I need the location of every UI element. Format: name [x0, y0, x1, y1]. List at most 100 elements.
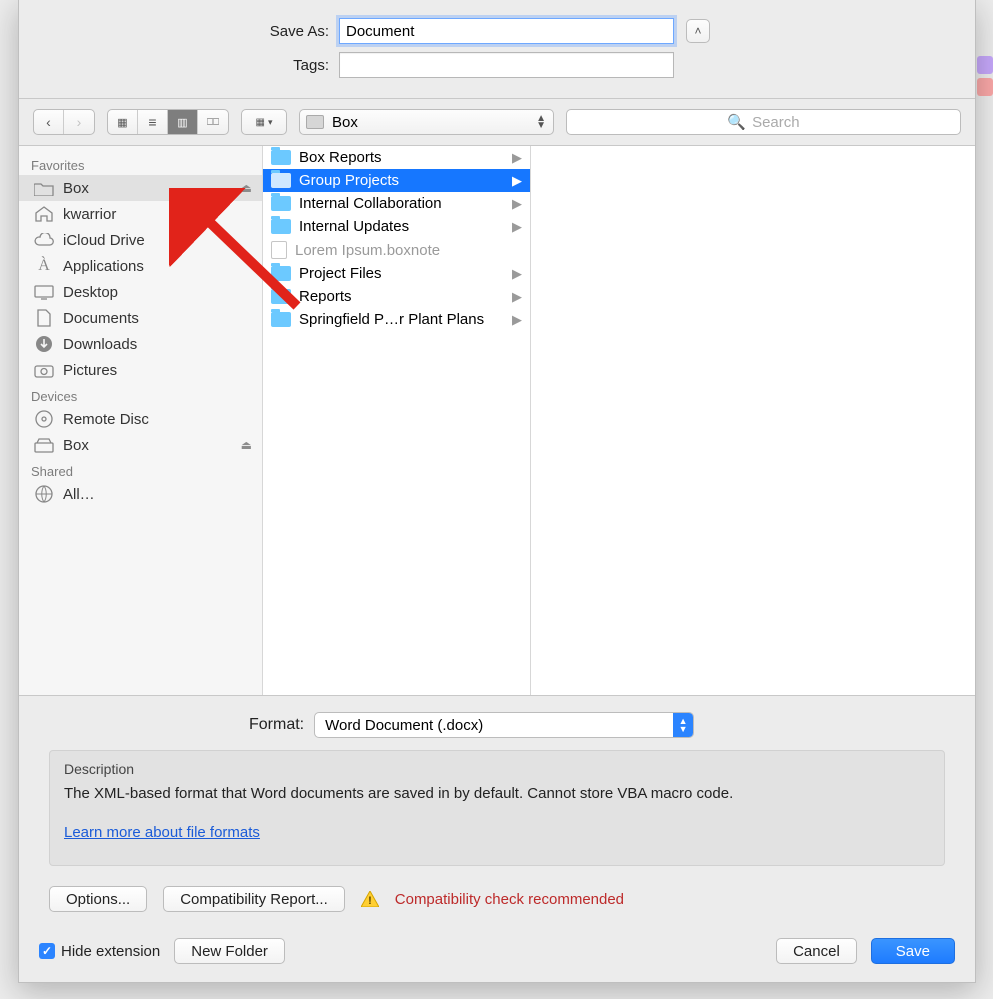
save-as-section: Save As: ˄ Tags: — [19, 0, 975, 99]
sidebar-item-box-drive[interactable]: Box ⏏ — [19, 432, 262, 458]
format-description-box: Description The XML-based format that Wo… — [49, 750, 945, 866]
chevron-right-icon: › — [77, 114, 82, 130]
sidebar-item-label: Downloads — [63, 336, 137, 353]
description-text: The XML-based format that Word documents… — [64, 785, 930, 802]
file-label: Lorem Ipsum.boxnote — [295, 242, 440, 259]
format-value: Word Document (.docx) — [325, 717, 483, 734]
sidebar-item-label: All… — [63, 486, 95, 503]
save-as-input[interactable] — [339, 18, 674, 44]
checkbox-checked-icon: ✓ — [39, 943, 55, 959]
search-field[interactable]: 🔍 Search — [566, 109, 961, 135]
grid-small-icon: ▦ — [256, 117, 265, 128]
chevron-right-icon: ▶ — [512, 266, 522, 282]
arrange-segment: ▦ ▾ — [241, 109, 287, 135]
chevron-right-icon: ▶ — [512, 312, 522, 328]
collapse-toggle-button[interactable]: ˄ — [686, 19, 710, 43]
description-header: Description — [64, 761, 930, 777]
sidebar-item-label: Box — [63, 437, 89, 454]
sidebar-item-label: Remote Disc — [63, 411, 149, 428]
chevron-right-icon: ▶ — [512, 196, 522, 212]
file-label: Springfield P…r Plant Plans — [299, 311, 484, 328]
chevron-right-icon: ▶ — [512, 173, 522, 189]
file-row[interactable]: Project Files▶ — [263, 262, 530, 285]
disk-icon — [306, 115, 324, 129]
disc-icon — [33, 410, 55, 428]
format-select[interactable]: Word Document (.docx) ▲▼ — [314, 712, 694, 738]
folder-icon — [271, 196, 291, 211]
home-icon — [33, 205, 55, 223]
sidebar-item-label: Applications — [63, 258, 144, 275]
sidebar-item-all-shared[interactable]: All… — [19, 481, 262, 507]
folder-icon — [33, 179, 55, 197]
file-row[interactable]: Internal Updates▶ — [263, 215, 530, 238]
cancel-button[interactable]: Cancel — [776, 938, 857, 964]
sidebar-item-label: kwarrior — [63, 206, 116, 223]
sidebar-item-downloads[interactable]: Downloads — [19, 331, 262, 357]
sidebar-header-shared: Shared — [19, 458, 262, 481]
eject-icon[interactable]: ⏏ — [241, 181, 252, 195]
file-row[interactable]: Reports▶ — [263, 285, 530, 308]
folder-icon — [271, 312, 291, 327]
browser-toolbar: ‹ › ▦ ≡ ▥ ⎕⎕ ▦ ▾ Box ▲▼ 🔍 Search — [19, 99, 975, 146]
options-button[interactable]: Options... — [49, 886, 147, 912]
sidebar-item-documents[interactable]: Documents — [19, 305, 262, 331]
hide-extension-checkbox[interactable]: ✓ Hide extension — [39, 943, 160, 960]
tags-label: Tags: — [59, 57, 339, 74]
format-label: Format: — [249, 716, 304, 734]
learn-more-link[interactable]: Learn more about file formats — [64, 824, 260, 841]
compatibility-report-button[interactable]: Compatibility Report... — [163, 886, 345, 912]
compatibility-warning-text: Compatibility check recommended — [395, 891, 624, 908]
file-row[interactable]: Lorem Ipsum.boxnote — [263, 238, 530, 262]
file-row[interactable]: Internal Collaboration ▶ — [263, 192, 530, 215]
chevron-left-icon: ‹ — [46, 114, 51, 130]
folder-icon — [271, 219, 291, 234]
save-button[interactable]: Save — [871, 938, 955, 964]
grid-icon: ▦ — [117, 116, 127, 129]
sidebar-item-label: Box — [63, 180, 89, 197]
sidebar-item-pictures[interactable]: Pictures — [19, 357, 262, 383]
search-placeholder: Search — [752, 114, 800, 131]
folder-icon — [271, 266, 291, 281]
sidebar-item-remote-disc[interactable]: Remote Disc — [19, 406, 262, 432]
folder-icon — [271, 173, 291, 188]
chevron-right-icon: ▶ — [512, 289, 522, 305]
file-label: Internal Collaboration — [299, 195, 442, 212]
sidebar-item-box[interactable]: Box ⏏ — [19, 175, 262, 201]
chevron-right-icon: ▶ — [512, 219, 522, 235]
eject-icon[interactable]: ⏏ — [241, 438, 252, 452]
forward-button[interactable]: › — [64, 110, 94, 134]
sidebar-item-label: Desktop — [63, 284, 118, 301]
cloud-icon — [33, 231, 55, 249]
column-view-button[interactable]: ▥ — [168, 110, 198, 134]
file-row[interactable]: Springfield P…r Plant Plans ▶ — [263, 308, 530, 331]
sidebar-item-desktop[interactable]: Desktop — [19, 279, 262, 305]
nav-back-forward: ‹ › — [33, 109, 95, 135]
list-view-button[interactable]: ≡ — [138, 110, 168, 134]
icon-view-button[interactable]: ▦ — [108, 110, 138, 134]
applications-icon: À — [33, 257, 55, 275]
new-folder-button[interactable]: New Folder — [174, 938, 285, 964]
coverflow-view-button[interactable]: ⎕⎕ — [198, 110, 228, 134]
document-icon — [33, 309, 55, 327]
hide-extension-label: Hide extension — [61, 943, 160, 960]
updown-icon: ▲▼ — [536, 115, 545, 129]
warning-icon: ! — [361, 891, 379, 907]
back-button[interactable]: ‹ — [34, 110, 64, 134]
sidebar-header-devices: Devices — [19, 383, 262, 406]
path-popup[interactable]: Box ▲▼ — [299, 109, 554, 135]
sidebar-item-applications[interactable]: À Applications — [19, 253, 262, 279]
sidebar-item-icloud[interactable]: iCloud Drive — [19, 227, 262, 253]
browser-column-2 — [531, 146, 975, 695]
sidebar-item-home[interactable]: kwarrior — [19, 201, 262, 227]
camera-icon — [33, 361, 55, 379]
sidebar-item-label: iCloud Drive — [63, 232, 145, 249]
format-panel: Format: Word Document (.docx) ▲▼ Descrip… — [19, 696, 975, 924]
desktop-icon — [33, 283, 55, 301]
file-row[interactable]: Box Reports▶ — [263, 146, 530, 169]
arrange-button[interactable]: ▦ ▾ — [242, 110, 286, 134]
sidebar-item-label: Documents — [63, 310, 139, 327]
tags-input[interactable] — [339, 52, 674, 78]
chevron-right-icon: ▶ — [512, 150, 522, 166]
dialog-bottom-bar: ✓ Hide extension New Folder Cancel Save — [19, 924, 975, 982]
file-row[interactable]: Group Projects▶ — [263, 169, 530, 192]
